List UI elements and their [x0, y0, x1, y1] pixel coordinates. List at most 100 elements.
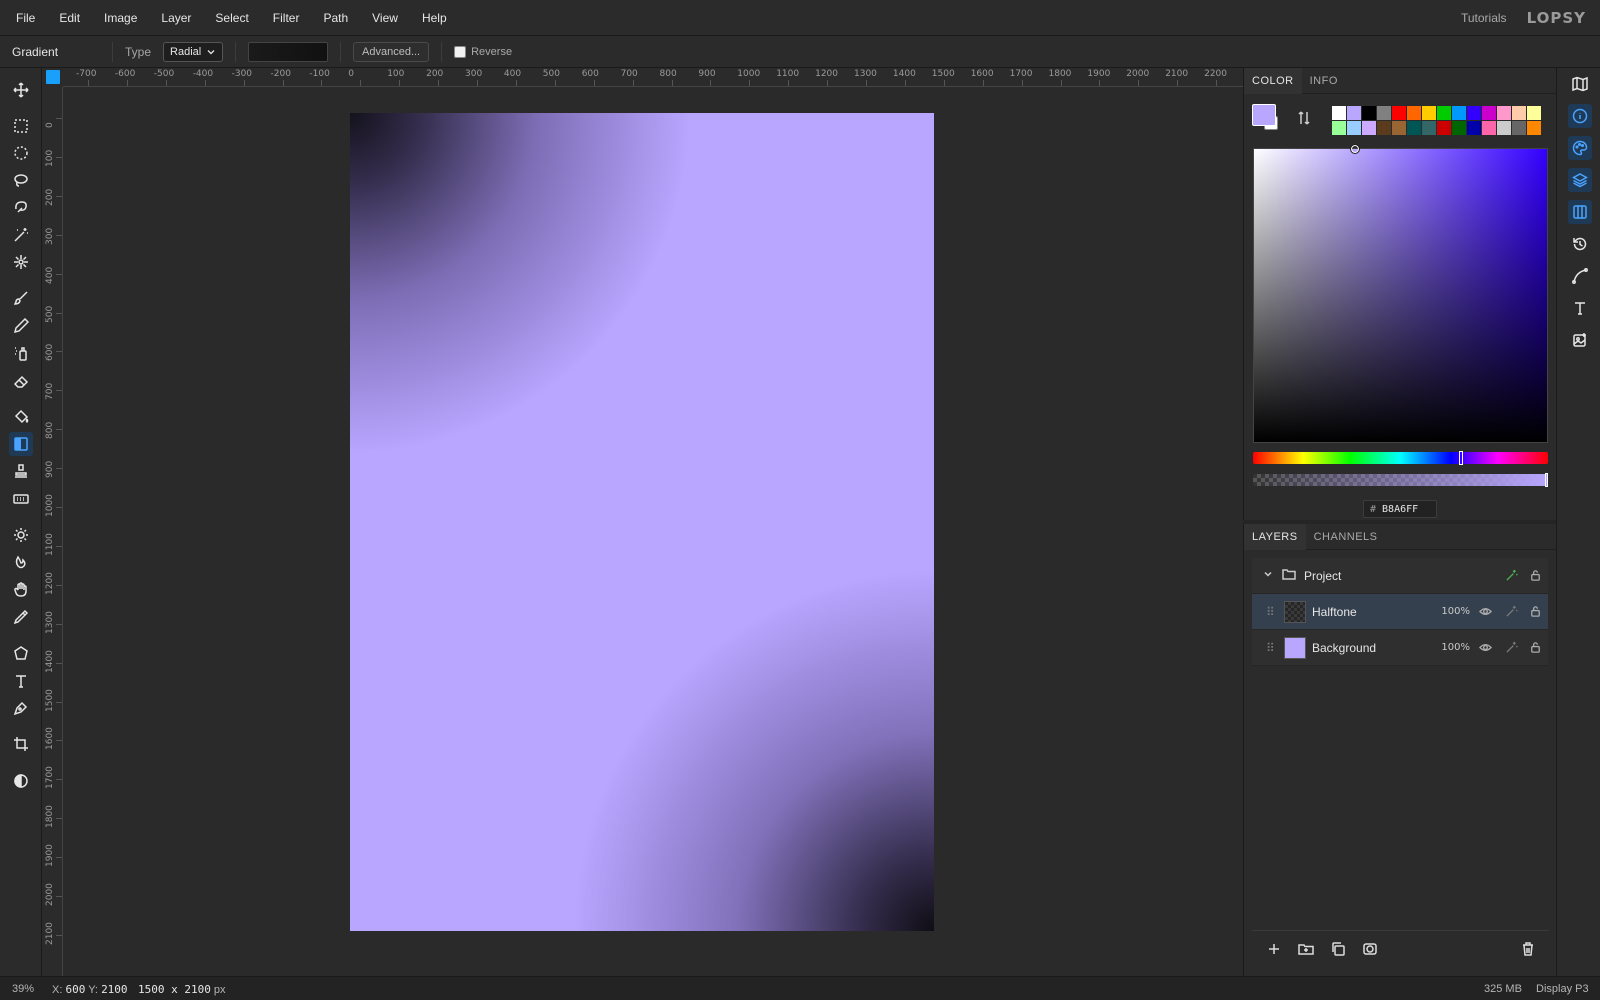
lock-icon[interactable]: [1528, 605, 1542, 619]
gradient-type-select[interactable]: Radial: [163, 41, 224, 62]
gradient-icon[interactable]: [9, 432, 33, 456]
color-swatch[interactable]: [1347, 106, 1361, 120]
smudge-icon[interactable]: [9, 578, 33, 602]
trash-icon[interactable]: [1520, 941, 1536, 957]
stamp-icon[interactable]: [9, 459, 33, 483]
color-swatch[interactable]: [1377, 121, 1391, 135]
effects-icon[interactable]: [1504, 605, 1518, 619]
tab-color[interactable]: COLOR: [1244, 67, 1302, 94]
rect-select-icon[interactable]: [9, 114, 33, 138]
paint-bucket-icon[interactable]: [9, 405, 33, 429]
menu-layer[interactable]: Layer: [153, 11, 199, 25]
menu-path[interactable]: Path: [315, 11, 356, 25]
color-swatch[interactable]: [1482, 121, 1496, 135]
patch-icon[interactable]: [9, 487, 33, 511]
layer-opacity[interactable]: 100%: [1441, 642, 1470, 653]
menu-filter[interactable]: Filter: [265, 11, 308, 25]
color-swatch[interactable]: [1422, 121, 1436, 135]
tab-info[interactable]: INFO: [1302, 68, 1346, 94]
reverse-toggle[interactable]: Reverse: [454, 45, 512, 58]
color-swatch[interactable]: [1512, 106, 1526, 120]
brush-icon[interactable]: [9, 286, 33, 310]
magnetic-lasso-icon[interactable]: [9, 195, 33, 219]
magic-wand-icon[interactable]: [9, 223, 33, 247]
color-swatch[interactable]: [1332, 121, 1346, 135]
character-icon[interactable]: [1568, 296, 1592, 320]
map-icon[interactable]: [1568, 72, 1592, 96]
effects-icon[interactable]: [1504, 569, 1518, 583]
color-swatch[interactable]: [1332, 106, 1346, 120]
tab-channels[interactable]: CHANNELS: [1306, 524, 1386, 550]
effects-icon[interactable]: [1504, 641, 1518, 655]
horizontal-ruler[interactable]: -700 -600 -500 -400 -300 -200 -100 0 100 200 300 40…: [63, 68, 1243, 87]
color-swatch[interactable]: [1452, 121, 1466, 135]
color-swatch[interactable]: [1377, 106, 1391, 120]
reverse-checkbox[interactable]: [454, 45, 467, 58]
ruler-origin-marker[interactable]: [46, 70, 60, 84]
paths-icon[interactable]: [1568, 264, 1592, 288]
color-swatch[interactable]: [1527, 121, 1541, 135]
menu-select[interactable]: Select: [207, 11, 256, 25]
color-swatch[interactable]: [1482, 106, 1496, 120]
lock-icon[interactable]: [1528, 569, 1542, 583]
palette-icon[interactable]: [1568, 136, 1592, 160]
contrast-icon[interactable]: [9, 769, 33, 793]
info-icon[interactable]: [1568, 104, 1592, 128]
chevron-down-icon[interactable]: [1262, 568, 1274, 583]
color-swatch[interactable]: [1407, 106, 1421, 120]
gradient-preview-swatch[interactable]: [248, 41, 329, 62]
menu-image[interactable]: Image: [96, 11, 145, 25]
foreground-color-swatch[interactable]: [1252, 104, 1276, 126]
color-swatch[interactable]: [1497, 106, 1511, 120]
color-swatch[interactable]: [1422, 106, 1436, 120]
lasso-icon[interactable]: [9, 168, 33, 192]
eraser-icon[interactable]: [9, 369, 33, 393]
color-swatch[interactable]: [1362, 121, 1376, 135]
menu-edit[interactable]: Edit: [51, 11, 88, 25]
color-swatch[interactable]: [1437, 106, 1451, 120]
tutorials-link[interactable]: Tutorials: [1461, 11, 1507, 25]
color-swatch[interactable]: [1452, 106, 1466, 120]
spray-icon[interactable]: [9, 341, 33, 365]
eyedropper-icon[interactable]: [9, 605, 33, 629]
alpha-slider-handle[interactable]: [1545, 473, 1548, 487]
eye-icon[interactable]: [1478, 641, 1492, 655]
hue-slider-handle[interactable]: [1459, 451, 1463, 465]
image-adjust-icon[interactable]: [1568, 328, 1592, 352]
canvas-viewport[interactable]: [63, 87, 1243, 976]
add-layer-icon[interactable]: [1266, 941, 1282, 957]
burn-icon[interactable]: [9, 550, 33, 574]
layer-name[interactable]: Halftone: [1312, 605, 1357, 619]
ellipse-select-icon[interactable]: [9, 141, 33, 165]
color-swatch[interactable]: [1437, 121, 1451, 135]
color-swatch[interactable]: [1467, 121, 1481, 135]
zoom-level[interactable]: 39%: [12, 983, 34, 995]
layer-row-halftone[interactable]: ⠿ Halftone 100%: [1252, 594, 1548, 630]
alpha-slider[interactable]: [1253, 473, 1548, 487]
color-swatch[interactable]: [1347, 121, 1361, 135]
color-swatch[interactable]: [1392, 121, 1406, 135]
layers-icon[interactable]: [1568, 168, 1592, 192]
swap-colors-icon[interactable]: [1296, 110, 1312, 126]
tab-layers[interactable]: LAYERS: [1244, 523, 1306, 550]
drag-handle-icon[interactable]: ⠿: [1266, 605, 1275, 619]
lock-icon[interactable]: [1528, 641, 1542, 655]
object-select-icon[interactable]: [9, 250, 33, 274]
color-swatch[interactable]: [1407, 121, 1421, 135]
text-tool-icon[interactable]: [9, 669, 33, 693]
menu-help[interactable]: Help: [414, 11, 455, 25]
move-icon[interactable]: [9, 78, 33, 102]
menu-file[interactable]: File: [8, 11, 43, 25]
advanced-button[interactable]: Advanced...: [353, 41, 430, 62]
document-canvas[interactable]: [350, 113, 934, 931]
hex-value[interactable]: B8A6FF: [1382, 504, 1418, 515]
pen-icon[interactable]: [9, 696, 33, 720]
layer-opacity[interactable]: 100%: [1441, 606, 1470, 617]
layer-name[interactable]: Background: [1312, 641, 1376, 655]
color-swatch[interactable]: [1497, 121, 1511, 135]
duplicate-layer-icon[interactable]: [1330, 941, 1346, 957]
history-icon[interactable]: [1568, 232, 1592, 256]
color-swatch[interactable]: [1392, 106, 1406, 120]
color-swatch[interactable]: [1362, 106, 1376, 120]
crop-icon[interactable]: [9, 732, 33, 756]
